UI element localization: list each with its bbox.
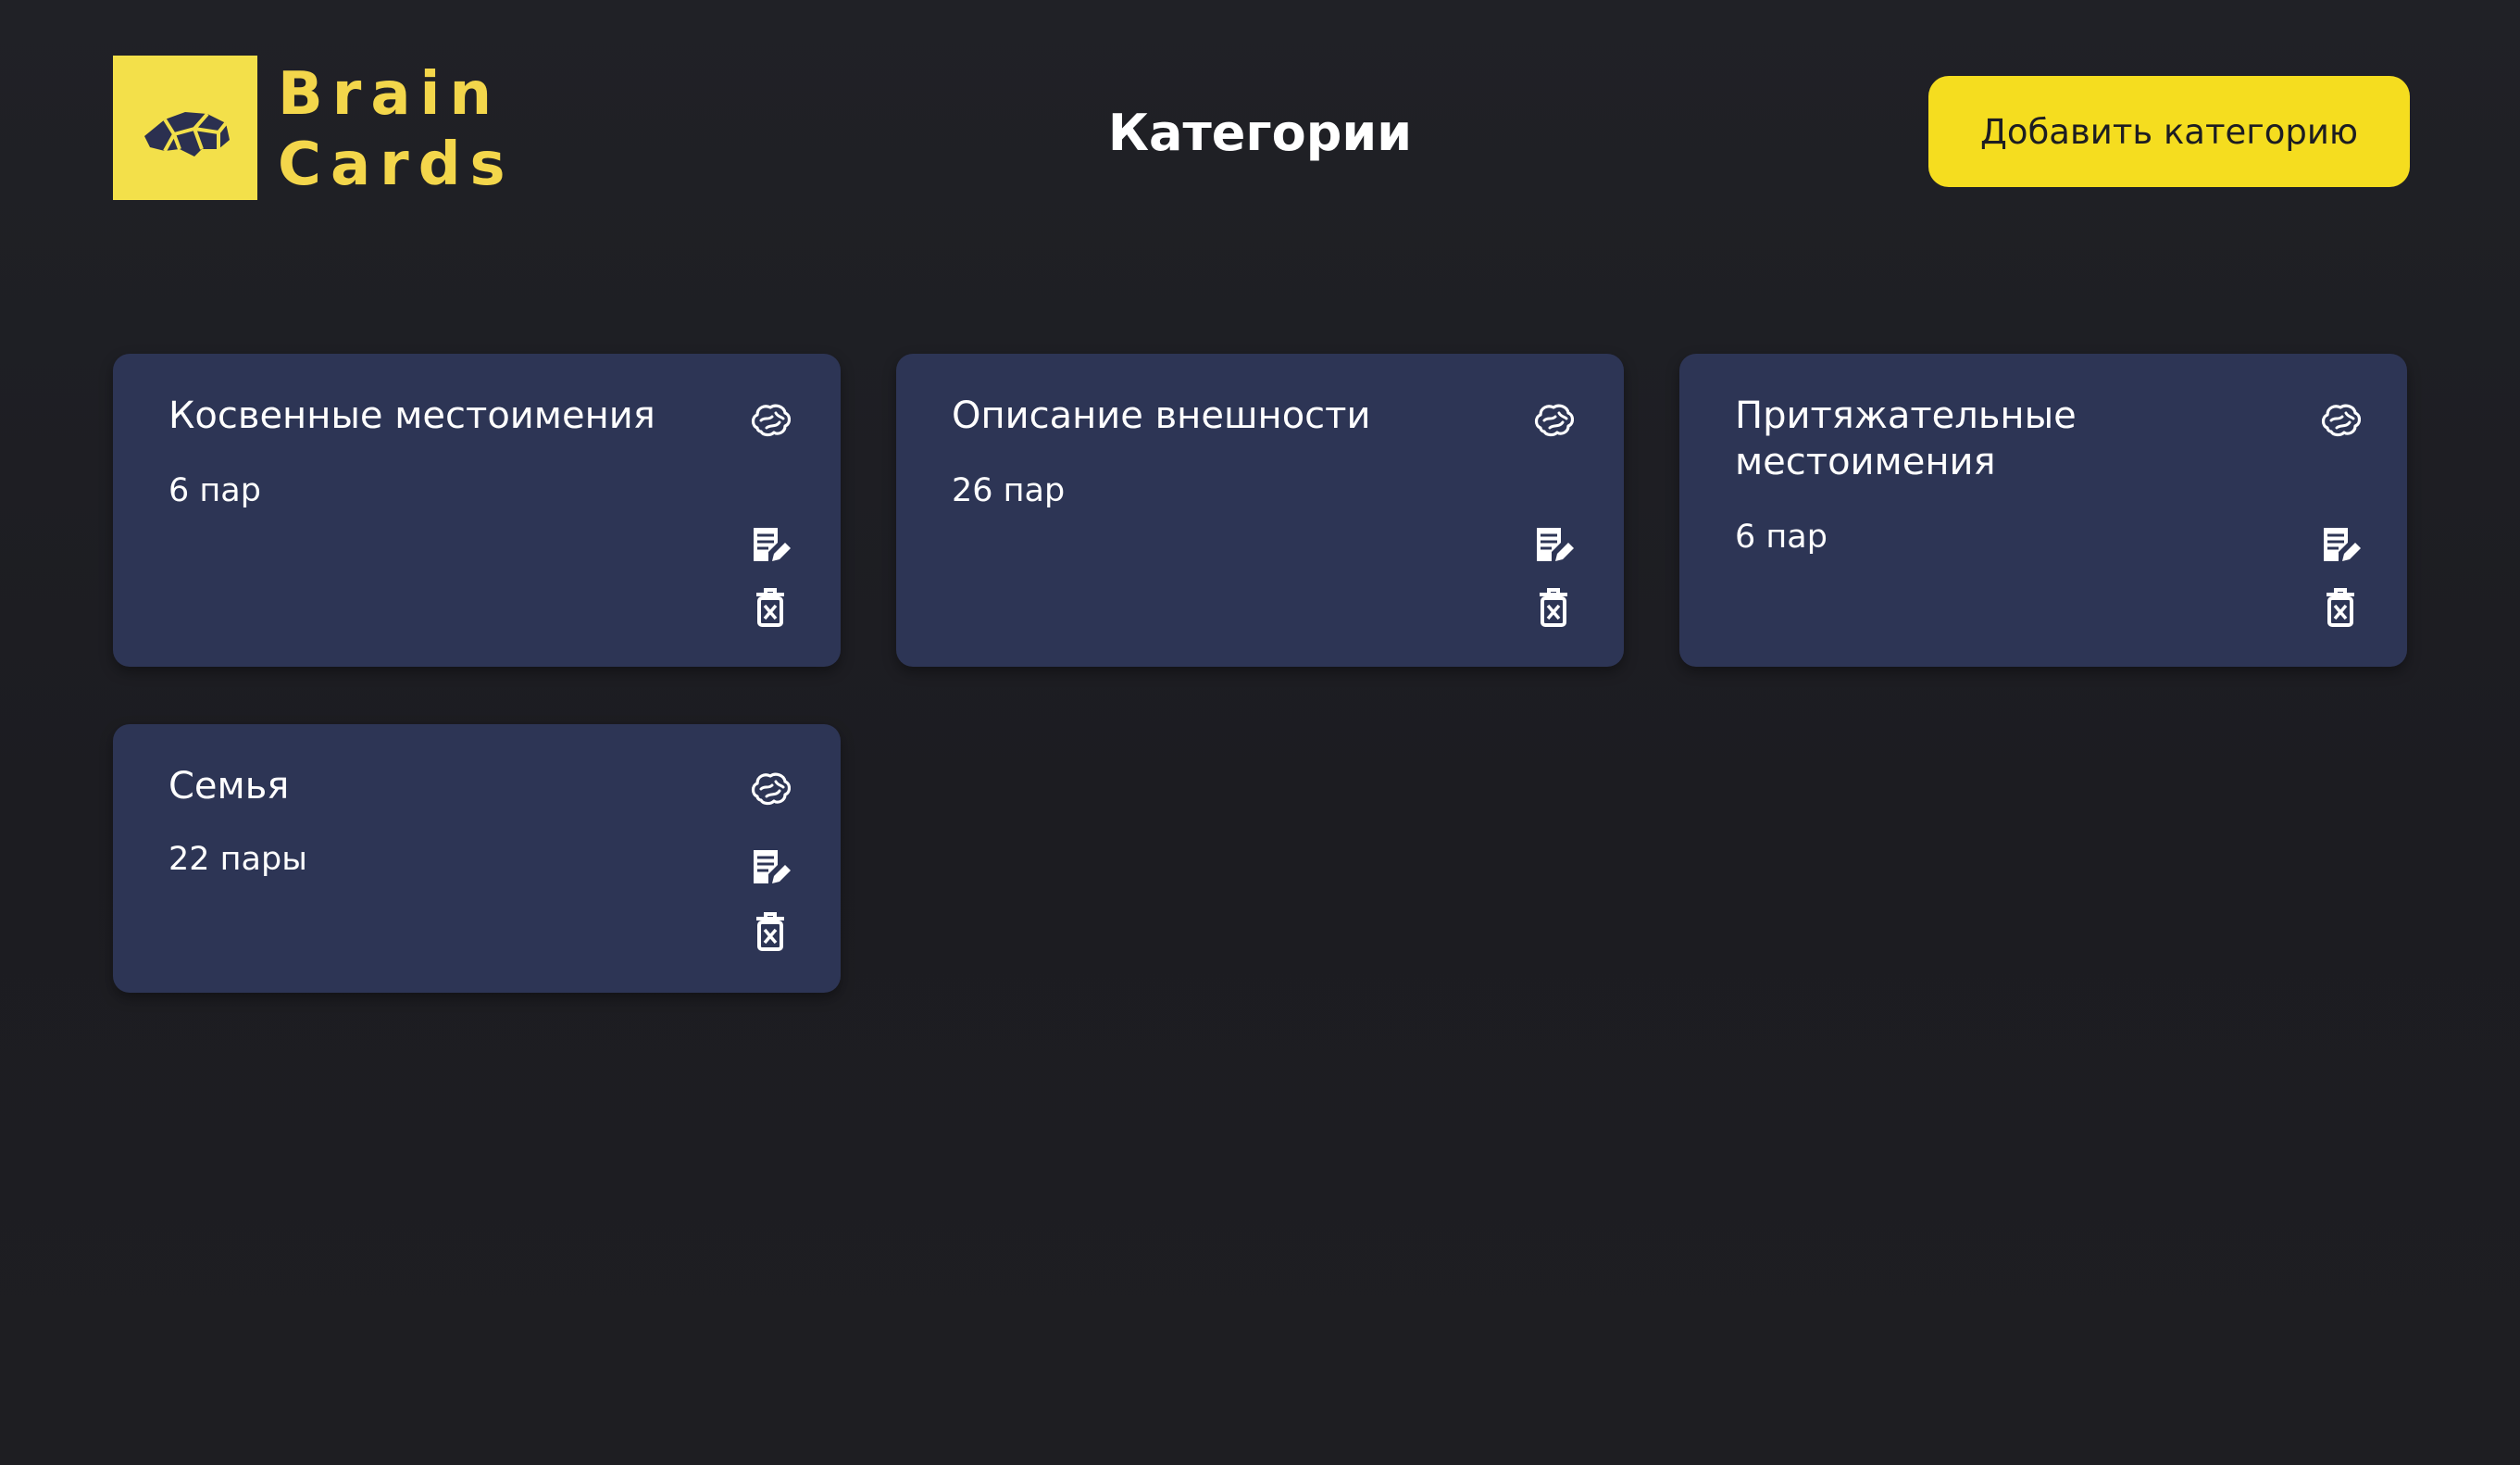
logo[interactable]: Brain Cards bbox=[113, 56, 515, 200]
logo-line-1: Brain bbox=[278, 60, 502, 129]
category-list: Косвенные местоимения 6 пар Описание вне… bbox=[0, 0, 2520, 1465]
trash-icon[interactable] bbox=[748, 585, 792, 630]
category-count: 6 пар bbox=[168, 472, 261, 509]
category-title: Описание внешности bbox=[952, 394, 1371, 437]
category-card[interactable]: Описание внешности 26 пар bbox=[896, 354, 1624, 667]
edit-icon[interactable] bbox=[748, 845, 792, 889]
edit-icon[interactable] bbox=[1531, 522, 1576, 567]
category-title: Косвенные местоимения bbox=[168, 394, 655, 437]
category-card[interactable]: Притяжательные местоимения 6 пар bbox=[1679, 354, 2407, 667]
brain-icon[interactable] bbox=[2318, 398, 2363, 443]
category-card[interactable]: Косвенные местоимения 6 пар bbox=[113, 354, 841, 667]
logo-text: Brain Cards bbox=[278, 59, 515, 200]
category-card[interactable]: Семья 22 пары bbox=[113, 724, 841, 993]
brain-icon[interactable] bbox=[748, 398, 792, 443]
logo-line-2: Cards bbox=[278, 131, 515, 199]
category-count: 22 пары bbox=[168, 841, 307, 878]
add-category-button[interactable]: Добавить категорию bbox=[1928, 76, 2410, 187]
edit-icon[interactable] bbox=[748, 522, 792, 567]
edit-icon[interactable] bbox=[2318, 522, 2363, 567]
brain-icon[interactable] bbox=[1531, 398, 1576, 443]
trash-icon[interactable] bbox=[748, 909, 792, 954]
page-title: Категории bbox=[1107, 104, 1413, 162]
category-title: Семья bbox=[168, 765, 290, 808]
brain-icon[interactable] bbox=[748, 767, 792, 811]
header: Brain Cards Категории Добавить категорию bbox=[0, 0, 2520, 213]
trash-icon[interactable] bbox=[1531, 585, 1576, 630]
logo-brain-icon bbox=[113, 56, 257, 200]
trash-icon[interactable] bbox=[2318, 585, 2363, 630]
category-count: 26 пар bbox=[952, 472, 1066, 509]
category-count: 6 пар bbox=[1735, 519, 1828, 556]
category-title: Притяжательные местоимения bbox=[1735, 394, 2077, 483]
